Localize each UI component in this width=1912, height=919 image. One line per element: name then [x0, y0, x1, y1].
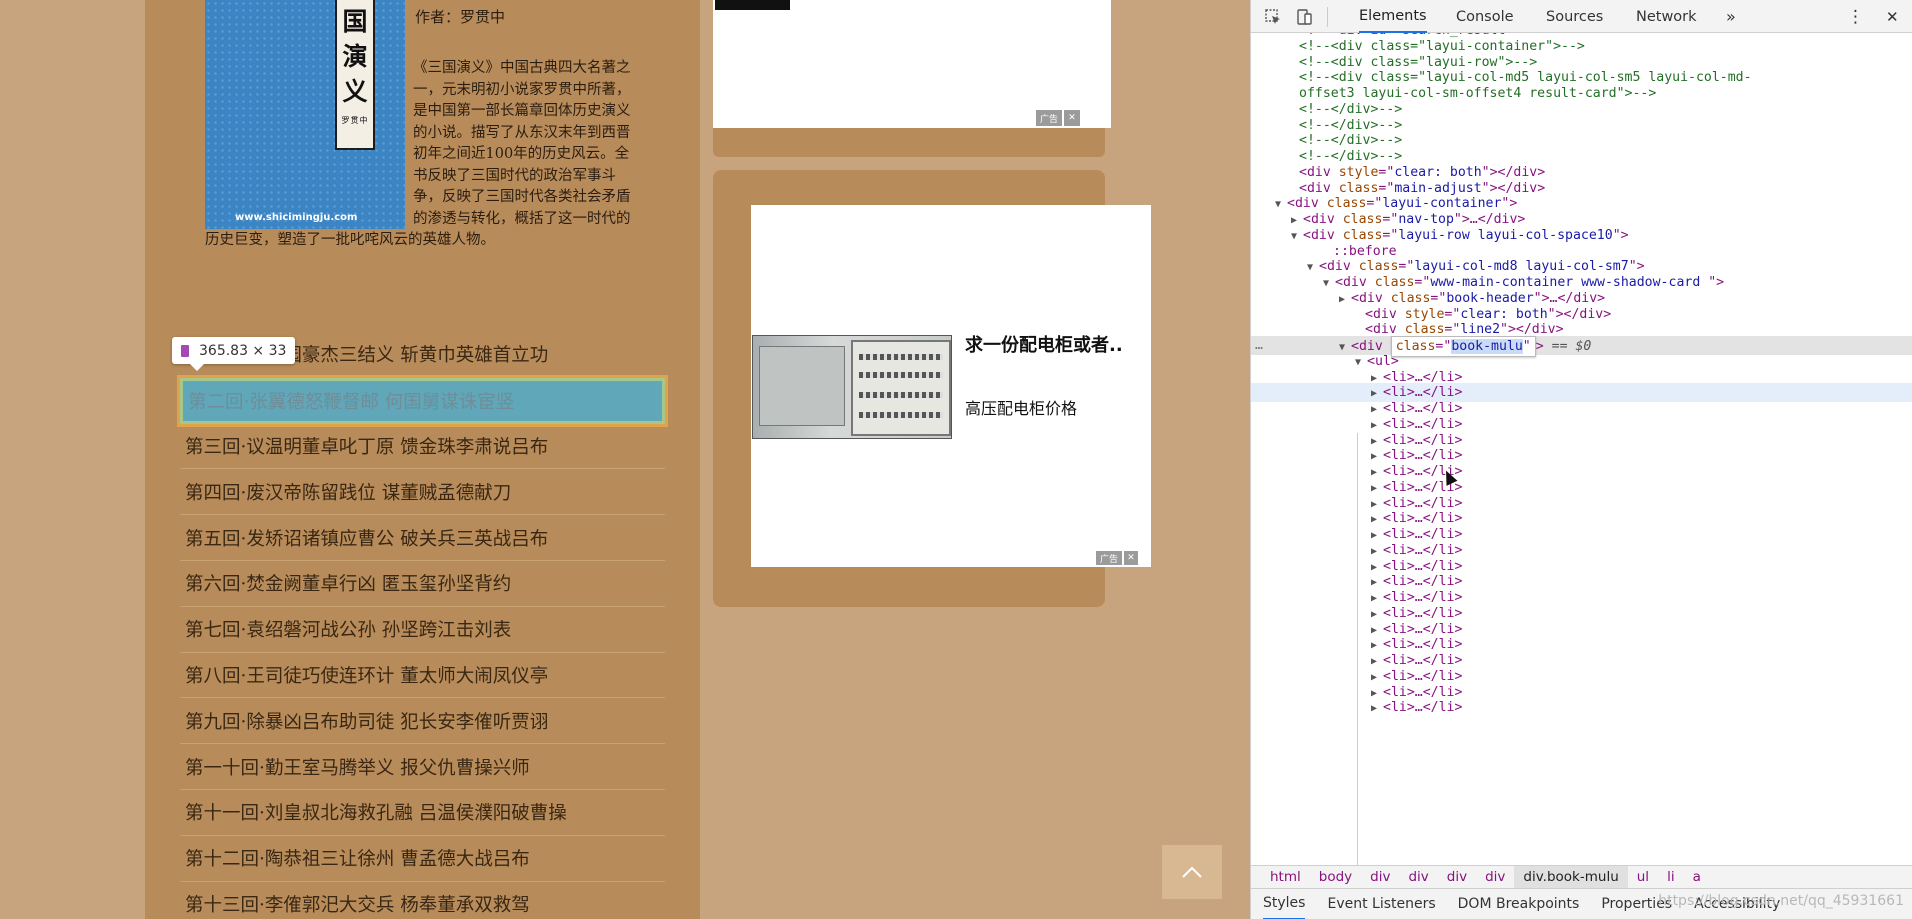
chapter-item[interactable]: 第五回·发矫诏诸镇应曹公 破关兵三英战吕布 — [180, 515, 665, 561]
collapse-triangle-icon[interactable]: ▶ — [1371, 699, 1383, 718]
element-icon — [181, 344, 189, 357]
chapter-item[interactable]: 第三回·议温明董卓叱丁原 馈金珠李肃说吕布 — [180, 424, 665, 470]
breadcrumb-item[interactable]: ul — [1628, 866, 1658, 889]
chapter-item[interactable]: 第六回·焚金阙董卓行凶 匿玉玺孙坚背约 — [180, 561, 665, 607]
chapter-item[interactable]: 第十三回·李傕郭汜大交兵 杨奉董承双救驾 — [180, 882, 665, 919]
ad-banner[interactable]: 求一份配电柜或者.. 高压配电柜价格 广告 ✕ — [751, 205, 1151, 567]
ad-label: 广告 — [1096, 551, 1123, 565]
element-size-tooltip: 365.83 × 33 — [172, 337, 296, 371]
ad-subtitle[interactable]: 高压配电柜价格 — [965, 395, 1077, 419]
devtools-panel: Elements Console Sources Network » ⋮ ✕ <… — [1250, 0, 1912, 919]
inspect-element-icon[interactable] — [1264, 8, 1282, 26]
close-icon[interactable]: ✕ — [1124, 551, 1139, 565]
back-to-top-button[interactable] — [1162, 845, 1222, 899]
panel-tab[interactable]: Styles — [1263, 889, 1306, 919]
ad-title[interactable]: 求一份配电柜或者.. — [965, 333, 1135, 358]
panel-tab[interactable]: Event Listeners — [1327, 889, 1435, 919]
breadcrumb-item[interactable]: div — [1399, 866, 1437, 889]
close-icon[interactable]: ✕ — [1064, 110, 1081, 126]
tab-elements[interactable]: Elements — [1359, 0, 1427, 33]
tab-console[interactable]: Console — [1456, 0, 1514, 33]
panel-tab[interactable]: DOM Breakpoints — [1458, 889, 1580, 919]
ad-tag[interactable]: 广告 ✕ — [1036, 110, 1081, 126]
watermark: https://blog.csdn.net/qq_45931661 — [1658, 893, 1904, 909]
breadcrumb-item[interactable]: a — [1684, 866, 1710, 889]
devtools-toolbar: Elements Console Sources Network » ⋮ ✕ — [1251, 0, 1912, 33]
chapter-item[interactable]: 第二回·张翼德怒鞭督邮 何国舅谋诛宦竖 — [177, 374, 668, 427]
tab-sources[interactable]: Sources — [1546, 0, 1603, 33]
devtools-close-button[interactable]: ✕ — [1886, 0, 1899, 33]
dom-tree[interactable]: <!--<div id="search_result">--><!--<div … — [1251, 33, 1912, 865]
chapter-item[interactable]: 第九回·除暴凶吕布助司徒 犯长安李傕听贾诩 — [180, 698, 665, 745]
breadcrumb-item[interactable]: div — [1361, 866, 1399, 889]
breadcrumb-item[interactable]: div.book-mulu — [1514, 865, 1628, 889]
more-tabs-button[interactable]: » — [1726, 0, 1736, 33]
cover-char: 国 — [342, 7, 368, 36]
breadcrumb-item[interactable]: body — [1310, 866, 1361, 889]
chapter-item[interactable]: 第七回·袁绍磐河战公孙 孙坚跨江击刘表 — [180, 607, 665, 653]
dom-node-li[interactable]: ▶ <li>…</li> — [1251, 698, 1912, 717]
dom-breadcrumb: html body div div div div div.book-mulu ul li a — [1251, 865, 1912, 889]
chapter-item[interactable]: 第十一回·刘皇叔北海救孔融 吕温侯濮阳破曹操 — [180, 790, 665, 836]
ad-banner[interactable]: 广告 ✕ — [713, 0, 1111, 128]
book-description: 《三国演义》中国古典四大名著之一，元末明初小说家罗贯中所著，是中国第一部长篇章回… — [205, 37, 640, 252]
ad-product-image[interactable] — [752, 335, 952, 439]
chapter-item[interactable]: 第八回·王司徒巧使连环计 董太师大闹凤仪亭 — [180, 653, 665, 699]
devtools-menu-button[interactable]: ⋮ — [1847, 0, 1864, 33]
breadcrumb-item[interactable]: li — [1658, 866, 1684, 889]
ad-label: 广告 — [1036, 110, 1063, 126]
breadcrumb-item[interactable]: div — [1476, 866, 1514, 889]
webpage-viewport: 国 演 义 罗贯中 www.shicimingju.com 作者：罗贯中 《三国… — [0, 0, 1250, 919]
chapter-item[interactable]: 第十二回·陶恭祖三让徐州 曹孟德大战吕布 — [180, 836, 665, 882]
ad-tag[interactable]: 广告 ✕ — [1096, 551, 1139, 565]
breadcrumb-item[interactable]: div — [1438, 866, 1476, 889]
chevron-up-icon — [1182, 866, 1202, 878]
device-toolbar-icon[interactable] — [1295, 8, 1313, 26]
chapter-item[interactable]: 第一十回·勤王室马腾举义 报父仇曹操兴师 — [180, 744, 665, 790]
element-size-text: 365.83 × 33 — [199, 342, 287, 359]
breadcrumb-item[interactable]: html — [1261, 866, 1310, 889]
book-author: 作者：罗贯中 — [415, 8, 506, 26]
tab-network[interactable]: Network — [1636, 0, 1697, 33]
chapter-item[interactable]: 第四回·废汉帝陈留践位 谋董贼孟德献刀 — [180, 469, 665, 516]
chapter-list: 第一回·宴桃园豪杰三结义 斩黄巾英雄首立功 第二回·张翼德怒鞭督邮 何国舅谋诛宦竖… — [177, 332, 668, 919]
